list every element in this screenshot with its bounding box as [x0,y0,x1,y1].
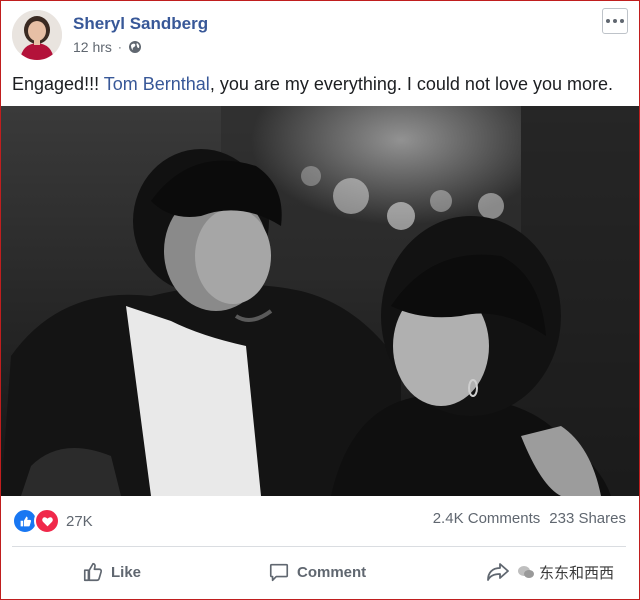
share-arrow-icon [487,563,509,581]
post-timestamp[interactable]: 12 hrs [73,39,112,55]
mention-link[interactable]: Tom Bernthal [104,74,210,94]
globe-icon[interactable] [128,40,142,54]
thumbs-up-icon [83,562,103,582]
comment-label: Comment [297,563,367,581]
couple-photo [1,106,639,496]
post-text-before: Engaged!!! [12,74,104,94]
share-button[interactable]: 东东和西西 [486,552,614,592]
shares-count[interactable]: 233 Shares [549,510,626,527]
like-button[interactable]: Like [82,552,141,592]
love-reaction-icon [34,508,60,534]
watermark: 东东和西西 [517,562,614,583]
avatar-image [12,10,62,60]
post-header: Sheryl Sandberg 12 hrs · [12,8,628,62]
comment-button[interactable]: Comment [268,552,366,592]
author-name[interactable]: Sheryl Sandberg [73,14,208,34]
actions-divider [12,546,626,547]
meta-separator: · [117,40,122,54]
comments-count[interactable]: 2.4K Comments [433,510,541,527]
more-options-button[interactable] [602,8,628,34]
post-text-after: , you are my everything. I could not lov… [209,74,614,94]
post-meta: 12 hrs · [73,39,142,55]
post-photo[interactable] [1,106,639,496]
reactions-summary[interactable]: 27K [12,508,93,534]
watermark-text: 东东和西西 [539,564,615,582]
reaction-count: 27K [66,512,93,530]
post-stats: 27K 2.4K Comments 233 Shares [12,508,626,534]
author-avatar[interactable] [12,10,62,60]
more-dots-icon [606,19,624,23]
post-actions: Like Comment 东东和西西 [12,552,626,592]
engagement-counts: 2.4K Comments 233 Shares [433,510,626,527]
comment-icon [269,563,289,582]
post-message: Engaged!!! Tom Bernthal, you are my ever… [12,72,628,96]
wechat-logo-icon [518,566,534,578]
like-label: Like [111,563,142,581]
